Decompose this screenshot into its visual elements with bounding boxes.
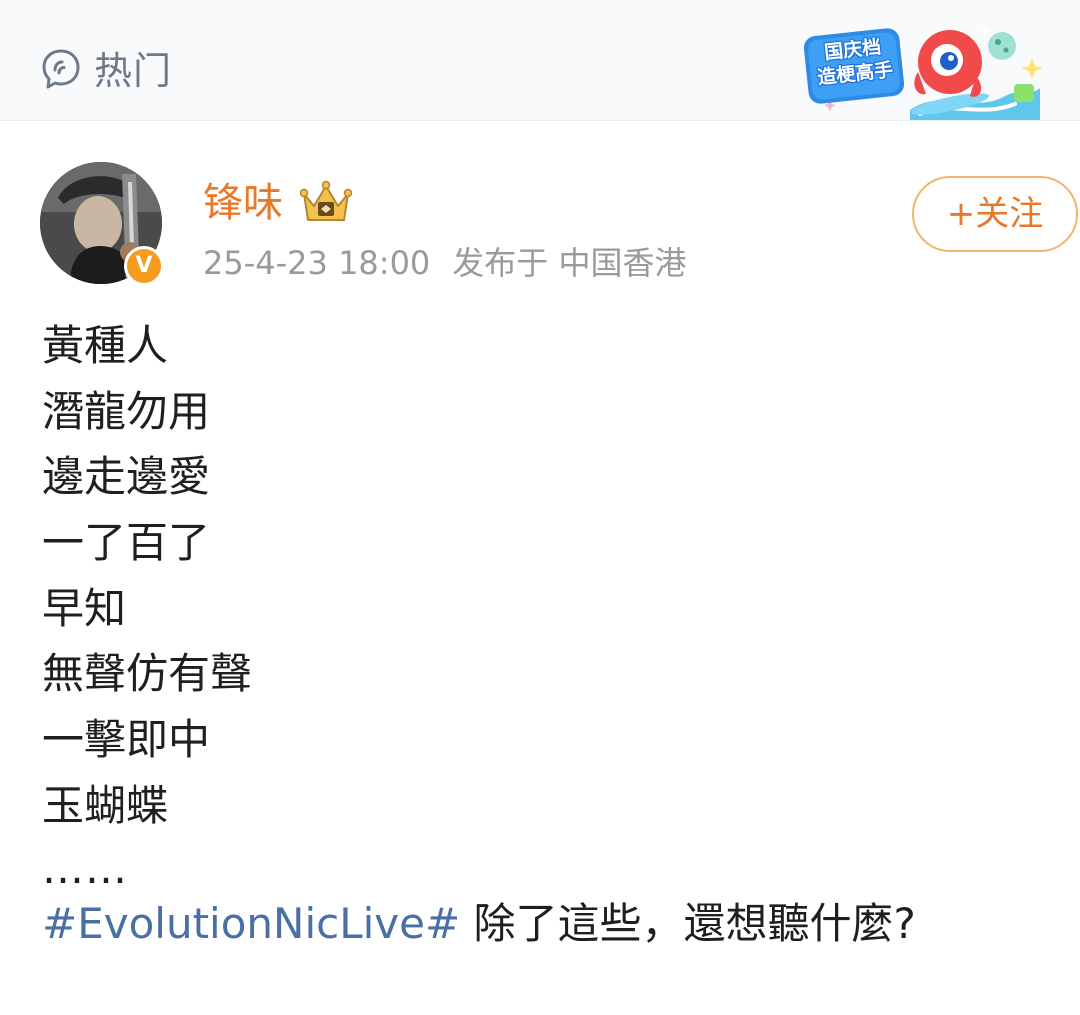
badge-text: 国庆档 造梗高手 (809, 34, 900, 91)
post-meta: 25-4-23 18:00 发布于 中国香港 (203, 242, 708, 284)
section-title[interactable]: 热门 (94, 48, 172, 94)
crown-icon[interactable] (300, 180, 352, 226)
post-line: 邊走邊愛 (42, 452, 211, 502)
post-line: 早知 (42, 583, 127, 633)
post-ellipsis: …… (42, 843, 128, 893)
verified-badge-icon: V (124, 246, 164, 286)
weibo-post-page: 热门 国庆档 造梗高手 V 锋味 25-4-23 18:00 发布于 中国香港 … (0, 0, 1080, 1015)
post-line: 無聲仿有聲 (42, 649, 253, 699)
post-location: 发布于 中国香港 (452, 244, 687, 282)
hot-topics-icon (42, 49, 80, 89)
post-closing-line: #EvolutionNicLive# 除了這些，還想聽什麼? (42, 894, 1042, 954)
post-line: 黃種人 (42, 321, 169, 370)
username[interactable]: 锋味 (203, 178, 283, 228)
post-line: 玉蝴蝶 (42, 780, 169, 830)
top-bar: 热门 国庆档 造梗高手 (0, 0, 1080, 121)
post-line: 潛龍勿用 (42, 386, 211, 436)
follow-button[interactable]: +关注 (912, 176, 1078, 252)
post-body: 黃種人 潛龍勿用 邊走邊愛 一了百了 早知 無聲仿有聲 一擊即中 玉蝴蝶 …… … (42, 313, 1042, 954)
closing-text: 除了這些，還想聽什麼? (460, 898, 916, 948)
post-line: 一擊即中 (42, 715, 211, 765)
post-date: 25-4-23 18:00 (203, 244, 431, 282)
post-line: 一了百了 (42, 518, 211, 568)
hashtag-link[interactable]: #EvolutionNicLive# (42, 899, 460, 948)
